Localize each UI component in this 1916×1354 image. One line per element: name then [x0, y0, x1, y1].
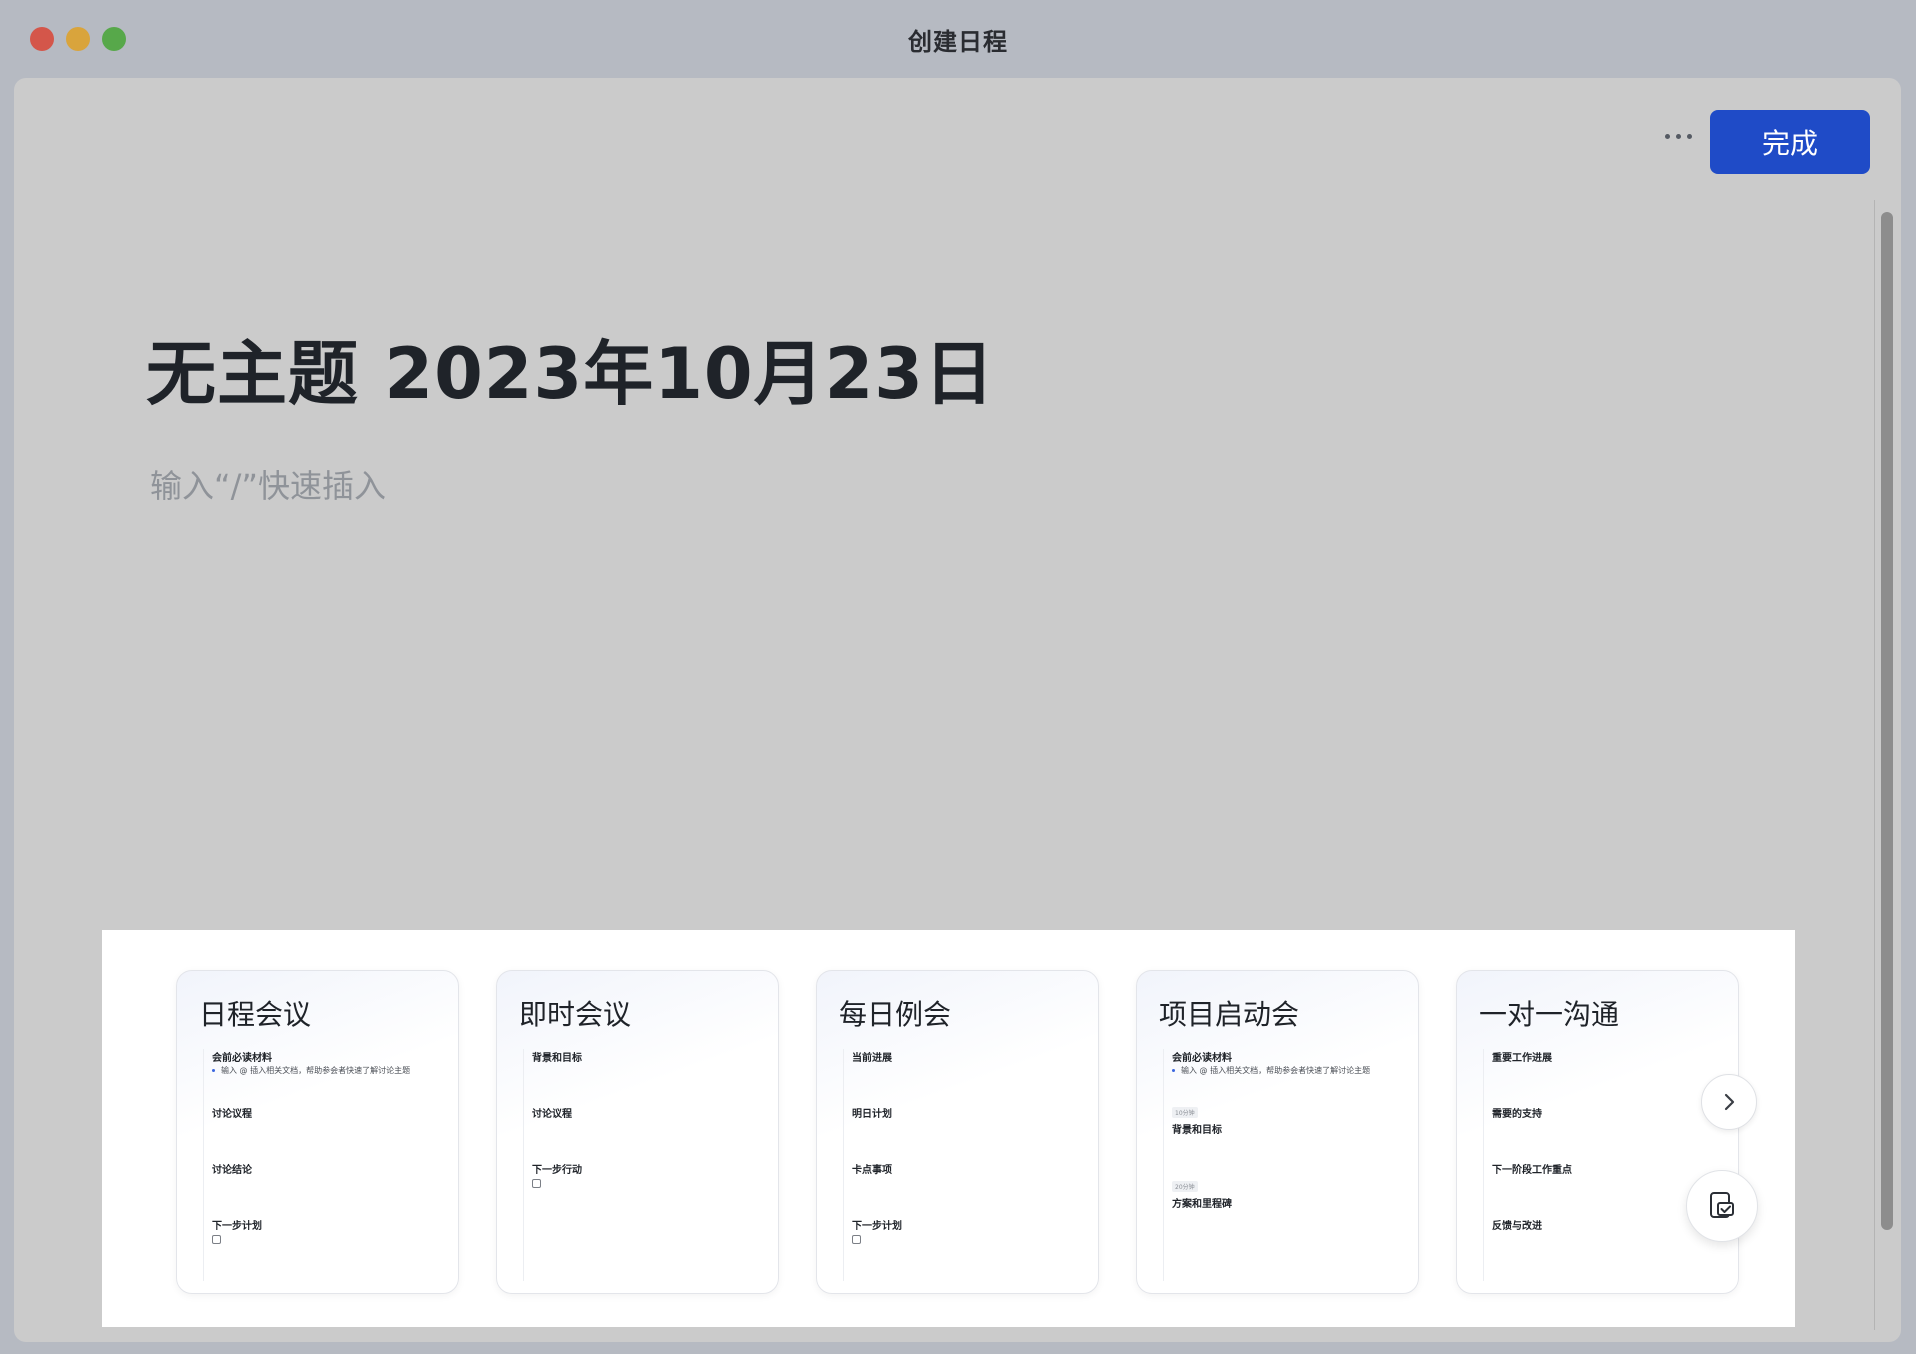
template-section: 下一步行动: [532, 1165, 582, 1176]
template-card-daily-standup[interactable]: 每日例会 当前进展 明日计划 卡点事项 下一步计划: [816, 970, 1099, 1294]
template-title: 每日例会: [839, 998, 952, 1031]
template-title: 项目启动会: [1159, 998, 1300, 1031]
template-card-schedule-meeting[interactable]: 日程会议 会前必读材料 输入 @ 插入相关文档，帮助参会者快速了解讨论主题 讨论…: [176, 970, 459, 1294]
template-icon: [1710, 1192, 1734, 1218]
template-preview: 会前必读材料 输入 @ 插入相关文档，帮助参会者快速了解讨论主题 讨论议程 讨论…: [203, 1049, 442, 1281]
template-section: 会前必读材料: [1172, 1053, 1232, 1064]
checkbox-icon: [532, 1179, 541, 1188]
more-options-icon[interactable]: [1658, 122, 1698, 150]
template-section: 讨论议程: [532, 1109, 572, 1120]
bullet-icon: [1172, 1069, 1175, 1072]
template-section: 讨论结论: [212, 1165, 252, 1176]
template-section: 需要的支持: [1492, 1109, 1542, 1120]
template-section: 下一阶段工作重点: [1492, 1165, 1572, 1176]
template-section: 会前必读材料: [212, 1053, 272, 1064]
template-preview: 当前进展 明日计划 卡点事项 下一步计划: [843, 1049, 1082, 1281]
template-preview: 重要工作进展 需要的支持 下一阶段工作重点 反馈与改进: [1483, 1049, 1722, 1281]
checkbox-icon: [212, 1235, 221, 1244]
template-title: 一对一沟通: [1479, 998, 1620, 1031]
template-title: 日程会议: [199, 998, 312, 1031]
document-body-input[interactable]: 输入“/”快速插入: [150, 461, 386, 507]
template-section: 明日计划: [852, 1109, 892, 1120]
template-section: 反馈与改进: [1492, 1221, 1542, 1232]
template-section: 下一步计划: [852, 1221, 902, 1232]
template-section: 卡点事项: [852, 1165, 892, 1176]
template-card-project-kickoff[interactable]: 项目启动会 会前必读材料 输入 @ 插入相关文档，帮助参会者快速了解讨论主题 1…: [1136, 970, 1419, 1294]
chevron-right-icon: [1724, 1093, 1735, 1111]
template-card-one-on-one[interactable]: 一对一沟通 重要工作进展 需要的支持 下一阶段工作重点 反馈与改进: [1456, 970, 1739, 1294]
template-section-note: 输入 @ 插入相关文档，帮助参会者快速了解讨论主题: [212, 1065, 410, 1076]
template-section: 讨论议程: [212, 1109, 252, 1120]
bullet-icon: [212, 1069, 215, 1072]
template-section-note: 输入 @ 插入相关文档，帮助参会者快速了解讨论主题: [1172, 1065, 1370, 1076]
next-templates-button[interactable]: [1701, 1074, 1757, 1130]
template-section: 方案和里程碑: [1172, 1199, 1232, 1210]
template-section: 下一步计划: [212, 1221, 262, 1232]
window-title: 创建日程: [908, 28, 1008, 56]
editor-sheet: 完成 无主题 2023年10月23日 输入“/”快速插入 日程会议 会前必读材料…: [14, 78, 1901, 1342]
vertical-scrollbar[interactable]: [1874, 200, 1899, 1330]
template-button[interactable]: [1686, 1170, 1758, 1242]
template-section: 背景和目标: [1172, 1125, 1222, 1136]
template-card-instant-meeting[interactable]: 即时会议 背景和目标 讨论议程 下一步行动: [496, 970, 779, 1294]
window-titlebar: 创建日程: [0, 0, 1916, 78]
checkbox-icon: [852, 1235, 861, 1244]
done-button[interactable]: 完成: [1710, 110, 1870, 174]
duration-tag: 10分钟: [1172, 1107, 1198, 1118]
template-section: 背景和目标: [532, 1053, 582, 1064]
template-preview: 背景和目标 讨论议程 下一步行动: [523, 1049, 762, 1281]
template-title: 即时会议: [519, 998, 632, 1031]
document-title[interactable]: 无主题 2023年10月23日: [146, 318, 995, 419]
scrollbar-thumb[interactable]: [1881, 212, 1893, 1230]
template-preview: 会前必读材料 输入 @ 插入相关文档，帮助参会者快速了解讨论主题 10分钟 背景…: [1163, 1049, 1402, 1281]
template-section: 重要工作进展: [1492, 1053, 1552, 1064]
template-gallery: 日程会议 会前必读材料 输入 @ 插入相关文档，帮助参会者快速了解讨论主题 讨论…: [102, 930, 1795, 1327]
duration-tag: 20分钟: [1172, 1181, 1198, 1192]
template-section: 当前进展: [852, 1053, 892, 1064]
